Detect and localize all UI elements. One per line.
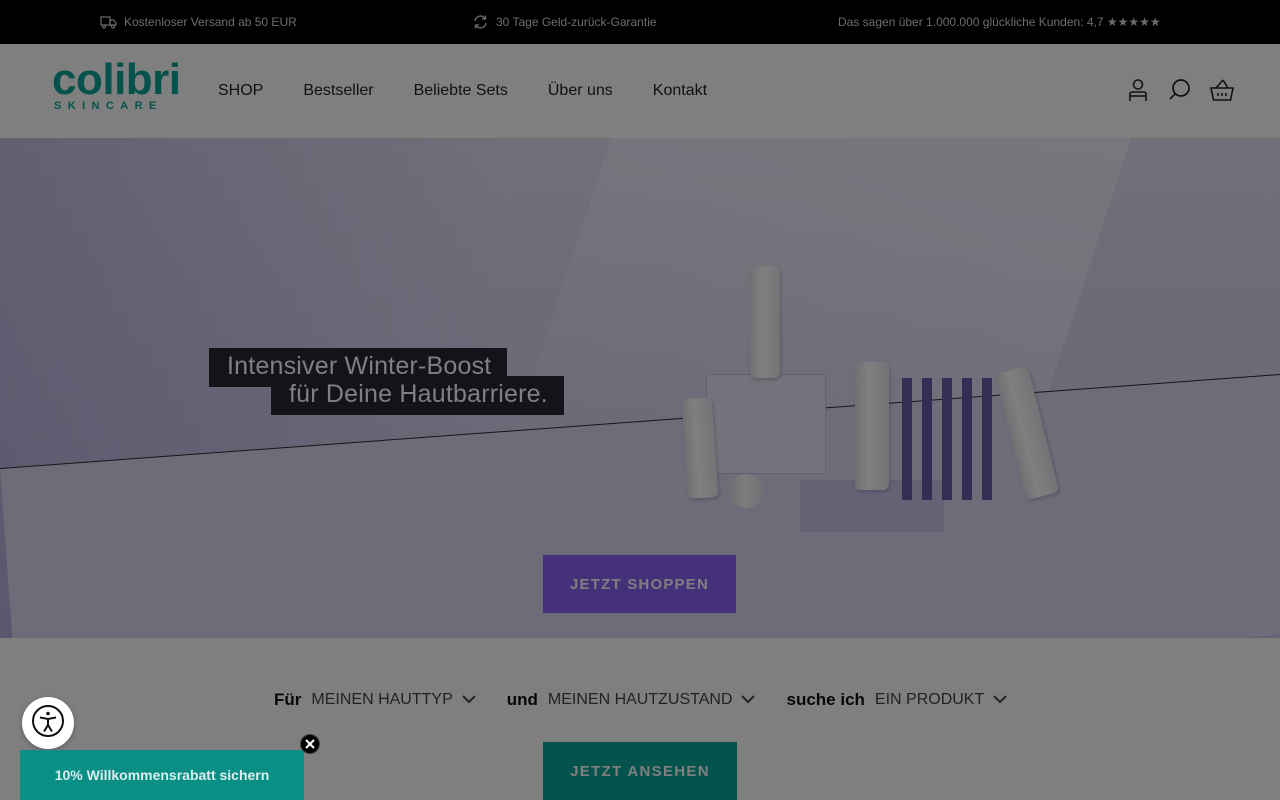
header-actions <box>1126 77 1234 103</box>
nav-bestseller[interactable]: Bestseller <box>303 82 373 100</box>
hero-headline-line2: für Deine Hautbarriere. <box>271 376 564 415</box>
colibri-logo[interactable]: colibri SKINCARE <box>52 58 181 120</box>
finder-label-and: und <box>506 690 538 709</box>
welcome-discount-tab[interactable]: 10% Willkommensrabatt sichern <box>20 750 304 800</box>
announcement-bar: Kostenloser Versand ab 50 EUR 30 Tage Ge… <box>0 0 1280 44</box>
shipping-message: Kostenloser Versand ab 50 EUR <box>100 0 297 44</box>
hero-banner[interactable]: Intensiver Winter-Boost für Deine Hautba… <box>0 138 1280 638</box>
product-value: EIN PRODUKT <box>874 691 985 708</box>
guarantee-text: 30 Tage Geld-zurück-Garantie <box>496 15 657 29</box>
accessibility-button[interactable] <box>22 697 74 749</box>
shop-now-button[interactable]: JETZT SHOPPEN <box>543 555 736 613</box>
product-cap <box>728 474 764 508</box>
skin-condition-select[interactable]: MEINEN HAUTZUSTAND <box>548 691 756 709</box>
product-pedestal-tall <box>706 374 826 474</box>
cart-icon[interactable] <box>1210 77 1234 103</box>
accessibility-icon <box>31 704 65 743</box>
truck-icon <box>100 15 117 29</box>
view-now-button[interactable]: JETZT ANSEHEN <box>543 742 737 800</box>
skin-condition-value: MEINEN HAUTZUSTAND <box>547 691 733 708</box>
site-header: colibri SKINCARE SHOP Bestseller Beliebt… <box>0 44 1280 138</box>
nav-contact[interactable]: Kontakt <box>653 82 707 100</box>
nav-about[interactable]: Über uns <box>548 82 613 100</box>
finder-label-for: Für <box>274 690 302 709</box>
account-icon[interactable] <box>1126 77 1150 103</box>
finder-row: Für MEINEN HAUTTYP und MEINEN HAUTZUSTAN… <box>274 688 1038 712</box>
finder-label-search: suche ich <box>786 690 865 709</box>
skin-type-value: MEINEN HAUTTYP <box>311 691 453 708</box>
chevron-down-icon <box>462 691 476 709</box>
chevron-down-icon <box>741 691 756 709</box>
product-slat-stand <box>902 378 1000 500</box>
logo-wordmark: colibri <box>52 55 181 104</box>
reviews-message: Das sagen über 1.000.000 glückliche Kund… <box>838 0 1161 44</box>
nav-shop[interactable]: SHOP <box>218 82 263 100</box>
main-nav: SHOP Bestseller Beliebte Sets Über uns K… <box>218 44 747 138</box>
search-icon[interactable] <box>1168 77 1192 103</box>
shipping-text: Kostenloser Versand ab 50 EUR <box>124 15 297 29</box>
nav-sets[interactable]: Beliebte Sets <box>414 82 508 100</box>
reviews-text: Das sagen über 1.000.000 glückliche Kund… <box>838 15 1161 29</box>
close-icon[interactable] <box>300 734 320 754</box>
product-select[interactable]: EIN PRODUKT <box>875 691 1007 709</box>
guarantee-message: 30 Tage Geld-zurück-Garantie <box>472 0 657 44</box>
product-bottle-center <box>855 362 889 490</box>
logo-tagline: SKINCARE <box>54 100 163 112</box>
chevron-down-icon <box>993 691 1007 709</box>
product-bottle-top <box>750 266 780 378</box>
skin-type-select[interactable]: MEINEN HAUTTYP <box>311 691 476 709</box>
refresh-icon <box>472 14 489 30</box>
